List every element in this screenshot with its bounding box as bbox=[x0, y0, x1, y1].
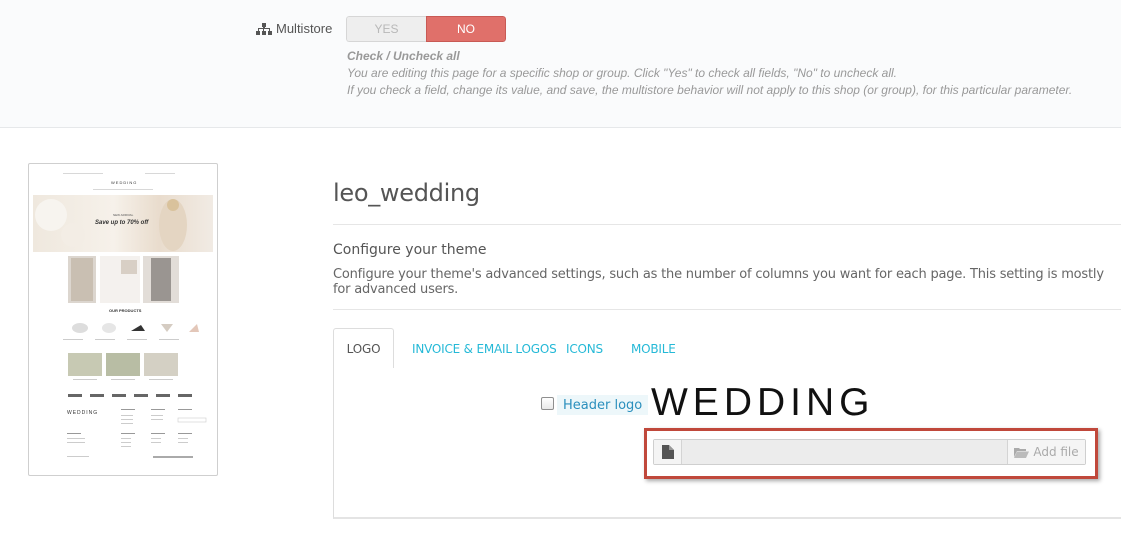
file-name-input[interactable] bbox=[682, 440, 1007, 464]
sitemap-icon bbox=[256, 22, 272, 35]
header-logo-label[interactable]: Header logo bbox=[557, 395, 649, 415]
multistore-label-text: Multistore bbox=[276, 21, 333, 36]
help-line-1: You are editing this page for a specific… bbox=[347, 66, 897, 80]
tab-logo[interactable]: LOGO bbox=[333, 328, 394, 370]
configure-description: Configure your theme's advanced settings… bbox=[333, 267, 1104, 297]
multistore-toggle[interactable]: YES NO bbox=[346, 16, 506, 42]
multistore-section: Multistore YES NO Check / Uncheck all Yo… bbox=[0, 0, 1121, 128]
configure-heading: Configure your theme bbox=[333, 242, 487, 258]
header-logo-checkbox[interactable] bbox=[541, 397, 554, 410]
theme-name: leo_wedding bbox=[333, 179, 480, 207]
thumbnail-preview: WEDDING NEW ARRIVAL Save up to 70% off O… bbox=[33, 168, 213, 471]
toggle-no-option[interactable]: NO bbox=[426, 16, 506, 42]
multistore-help: Check / Uncheck all You are editing this… bbox=[347, 48, 1072, 99]
add-file-label: Add file bbox=[1033, 445, 1079, 459]
multistore-label: Multistore bbox=[256, 21, 332, 36]
file-icon bbox=[654, 440, 682, 464]
header-logo-preview: WEDDING bbox=[651, 381, 875, 424]
tab-invoice-email-logos[interactable]: INVOICE & EMAIL LOGOS bbox=[412, 328, 557, 369]
add-file-button[interactable]: Add file bbox=[1007, 440, 1085, 464]
thumbnail-section-title: OUR PRODUCTS bbox=[109, 308, 142, 313]
divider bbox=[333, 309, 1121, 310]
divider bbox=[333, 224, 1121, 225]
theme-tabs: LOGO INVOICE & EMAIL LOGOS ICONS MOBILE bbox=[333, 328, 1121, 370]
theme-thumbnail: WEDDING NEW ARRIVAL Save up to 70% off O… bbox=[28, 163, 218, 476]
help-line-2: If you check a field, change its value, … bbox=[347, 83, 1073, 97]
tab-mobile[interactable]: MOBILE bbox=[631, 328, 676, 369]
thumbnail-footer-logo: WEDDING bbox=[67, 410, 99, 416]
help-title: Check / Uncheck all bbox=[347, 49, 460, 63]
folder-open-icon bbox=[1014, 447, 1030, 458]
tab-icons[interactable]: ICONS bbox=[566, 328, 603, 369]
file-upload-group: Add file bbox=[653, 439, 1086, 465]
toggle-yes-option[interactable]: YES bbox=[346, 16, 426, 42]
